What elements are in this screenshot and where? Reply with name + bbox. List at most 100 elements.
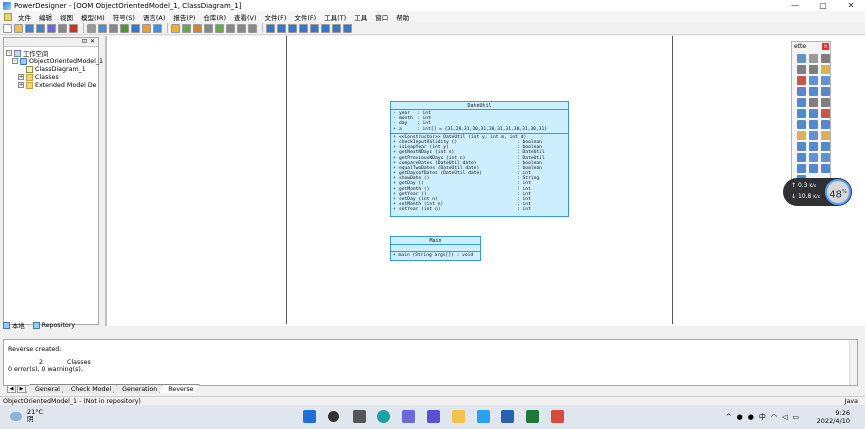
tree-item-diagram[interactable]: ClassDiagram_1 (6, 65, 103, 73)
palette-tool-icon[interactable] (797, 87, 806, 96)
palette-tool-icon[interactable] (797, 76, 806, 85)
palette-tool-icon[interactable] (797, 65, 806, 74)
palette-tool-icon[interactable] (797, 109, 806, 118)
palette-tool-icon[interactable] (797, 142, 806, 151)
menu-language[interactable]: 语言(A) (143, 12, 166, 22)
palette-tool-icon[interactable] (809, 65, 818, 74)
menu-tools[interactable]: 工具(T) (324, 12, 346, 22)
palette-tool-icon[interactable] (797, 98, 806, 107)
weather-widget[interactable]: 21°C 阴 (10, 409, 43, 423)
palette-tool-icon[interactable] (821, 153, 830, 162)
palette-tool-icon[interactable] (821, 98, 830, 107)
toolbar-button-icon[interactable] (69, 23, 78, 33)
palette-tool-icon[interactable] (797, 131, 806, 140)
toolbar-button-icon[interactable] (142, 23, 151, 33)
edge-icon[interactable] (377, 410, 390, 423)
tab-scroll-left-button[interactable]: ◀ (7, 385, 16, 393)
menu-inspect[interactable]: 查看(V) (234, 12, 257, 22)
toolbar-button-icon[interactable] (120, 23, 129, 33)
tab-local[interactable]: 本地 (3, 321, 25, 330)
menu-edit[interactable]: 编辑 (39, 12, 52, 22)
palette-tool-icon[interactable] (821, 76, 830, 85)
tab-generation[interactable]: Generation (113, 384, 163, 393)
toolbar-button-icon[interactable] (98, 23, 107, 33)
tray-icon[interactable]: ● (737, 413, 743, 421)
menu-file-2[interactable]: 文件(F) (265, 12, 287, 22)
palette-tool-icon[interactable] (809, 109, 818, 118)
toolbar-button-icon[interactable] (215, 23, 224, 33)
app-icon[interactable] (402, 410, 415, 423)
tree-item-model[interactable]: - ObjectOrientedModel_1 (6, 57, 103, 65)
close-button[interactable]: ✕ (837, 0, 865, 11)
menu-model[interactable]: 模型(M) (81, 12, 105, 22)
menu-symbol[interactable]: 符号(S) (113, 12, 135, 22)
powerdesigner-taskbar-icon[interactable] (551, 410, 564, 423)
expand-icon[interactable]: + (18, 82, 24, 88)
menu-view[interactable]: 视图 (60, 12, 73, 22)
toolbar-button-icon[interactable] (47, 23, 56, 33)
palette-tool-icon[interactable] (797, 54, 806, 63)
volume-icon[interactable]: ◁ (782, 413, 787, 421)
clock[interactable]: 9:26 2022/4/10 (817, 409, 850, 425)
toolbar-button-icon[interactable] (58, 23, 67, 33)
app-icon[interactable] (526, 410, 539, 423)
palette-tool-icon[interactable] (821, 142, 830, 151)
menu-tools-2[interactable]: 工具 (354, 12, 367, 22)
tree-item-extended-model[interactable]: + Extended Model De (6, 81, 103, 89)
palette-tool-icon[interactable] (809, 87, 818, 96)
task-view-icon[interactable] (353, 410, 366, 423)
menu-help[interactable]: 帮助 (396, 12, 409, 22)
start-icon[interactable] (303, 410, 316, 423)
network-speed-widget[interactable]: ↑ 0.3 K/s ↓ 10.8 K/s 48% (783, 178, 852, 206)
palette-tool-icon[interactable] (809, 153, 818, 162)
toolbar-button-icon[interactable] (87, 23, 96, 33)
toolbar-button-icon[interactable] (153, 23, 162, 33)
palette-tool-icon[interactable] (797, 164, 806, 173)
toolbar-button-icon[interactable] (193, 23, 202, 33)
palette-tool-icon[interactable] (821, 120, 830, 129)
palette-close-button[interactable]: x (822, 43, 829, 50)
minimize-button[interactable]: — (781, 0, 809, 11)
palette-tool-icon[interactable] (821, 54, 830, 63)
word-icon[interactable] (501, 410, 514, 423)
menu-file[interactable]: 文件 (18, 12, 31, 22)
toolbar-button-icon[interactable] (237, 23, 246, 33)
palette-tool-icon[interactable] (797, 153, 806, 162)
palette-tool-icon[interactable] (809, 131, 818, 140)
toolbar-button-icon[interactable] (299, 23, 308, 33)
document-icon[interactable] (4, 12, 12, 21)
pin-icon[interactable]: ⊡ (82, 39, 88, 45)
ime-indicator[interactable]: 中 (759, 412, 766, 422)
palette-tool-icon[interactable] (821, 87, 830, 96)
diagram-canvas[interactable]: DateUtil - year: int - month: int - day: int +… (105, 36, 865, 326)
chevron-up-icon[interactable]: ^ (726, 413, 732, 421)
canvas-splitter[interactable] (105, 36, 107, 326)
file-explorer-icon[interactable] (452, 410, 465, 423)
toolbar-button-icon[interactable] (277, 23, 286, 33)
class-dateutil[interactable]: DateUtil - year: int - month: int - day: int +… (390, 101, 569, 217)
menu-window[interactable]: 窗口 (375, 12, 388, 22)
toolbar-button-icon[interactable] (171, 23, 180, 33)
toolbar-button-icon[interactable] (36, 23, 45, 33)
app-icon[interactable] (477, 410, 490, 423)
collapse-icon[interactable]: - (6, 50, 12, 56)
expand-icon[interactable]: + (18, 74, 24, 80)
toolbar-button-icon[interactable] (3, 23, 12, 33)
toolbar-button-icon[interactable] (182, 23, 191, 33)
toolbar-button-icon[interactable] (226, 23, 235, 33)
palette-tool-icon[interactable] (821, 109, 830, 118)
toolbar-button-icon[interactable] (288, 23, 297, 33)
toolbar-button-icon[interactable] (321, 23, 330, 33)
toolbar-button-icon[interactable] (204, 23, 213, 33)
tab-repository[interactable]: Repository (32, 321, 75, 329)
toolbar-button-icon[interactable] (14, 23, 23, 33)
toolbar-button-icon[interactable] (310, 23, 319, 33)
palette-tool-icon[interactable] (809, 54, 818, 63)
tray-icon[interactable]: ● (748, 413, 754, 421)
search-icon[interactable] (328, 411, 339, 422)
palette-tool-icon[interactable] (797, 120, 806, 129)
maximize-button[interactable]: ▢ (809, 0, 837, 11)
menu-repository[interactable]: 仓库(R) (203, 12, 226, 22)
tab-general[interactable]: General (26, 384, 66, 393)
palette-tool-icon[interactable] (809, 76, 818, 85)
